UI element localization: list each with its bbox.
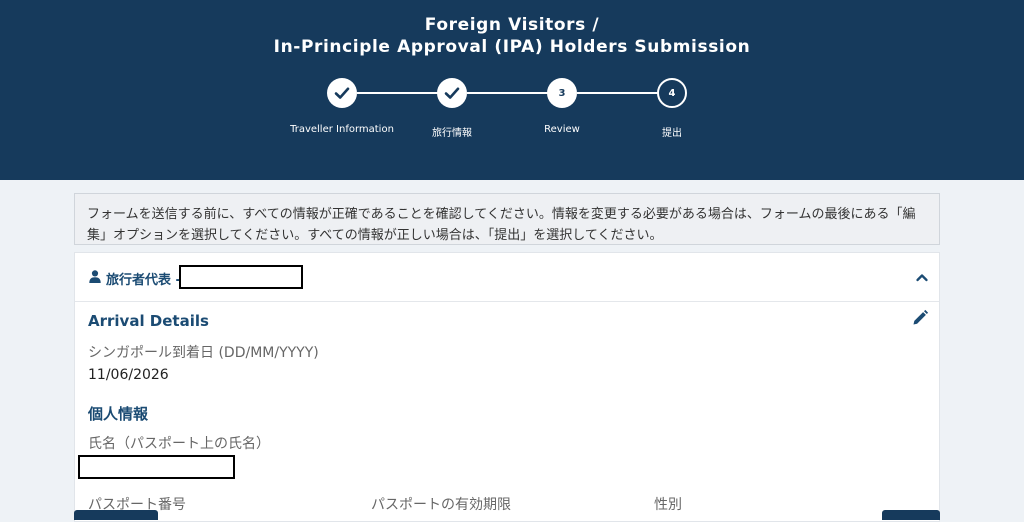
arrival-details-heading: Arrival Details xyxy=(88,312,209,330)
stepper-connector xyxy=(357,92,439,94)
check-icon xyxy=(334,87,350,99)
passport-expiry-label: パスポートの有効期限 xyxy=(371,497,511,513)
edge-button-right[interactable] xyxy=(882,510,940,520)
arrival-date-label: シンガポール到着日 (DD/MM/YYYY) xyxy=(88,345,319,361)
page-title-line2: In-Principle Approval (IPA) Holders Subm… xyxy=(273,37,751,57)
redacted-passport-name xyxy=(78,455,235,479)
check-icon xyxy=(444,87,460,99)
traveller-card: 旅行者代表 - Arrival Details シンガポール到着日 (DD/MM… xyxy=(74,252,940,522)
step-3-current: 3 xyxy=(547,78,577,108)
stepper-connector xyxy=(577,92,659,94)
review-notice: フォームを送信する前に、すべての情報が正確であることを確認してください。情報を変… xyxy=(74,193,940,245)
page-header: Foreign Visitors / In-Principle Approval… xyxy=(0,0,1024,180)
step-4-label: 提出 xyxy=(662,128,682,139)
personal-info-heading: 個人情報 xyxy=(88,405,149,423)
step-2-completed xyxy=(437,78,467,108)
passport-name-label: 氏名（パスポート上の氏名） xyxy=(88,436,270,452)
gender-label: 性別 xyxy=(654,497,682,513)
arrival-date-value: 11/06/2026 xyxy=(88,367,169,383)
stepper-connector xyxy=(467,92,549,94)
page-title-line1: Foreign Visitors / xyxy=(424,15,600,35)
pencil-icon[interactable] xyxy=(911,309,929,327)
traveller-card-title: 旅行者代表 - xyxy=(106,273,181,288)
redacted-traveller-name xyxy=(179,265,303,289)
step-4-upcoming: 4 xyxy=(657,78,687,108)
edge-button-left[interactable] xyxy=(74,510,158,520)
chevron-up-icon[interactable] xyxy=(915,271,929,283)
traveller-card-header[interactable]: 旅行者代表 - xyxy=(75,253,939,302)
step-1-completed xyxy=(327,78,357,108)
user-icon xyxy=(89,270,101,283)
